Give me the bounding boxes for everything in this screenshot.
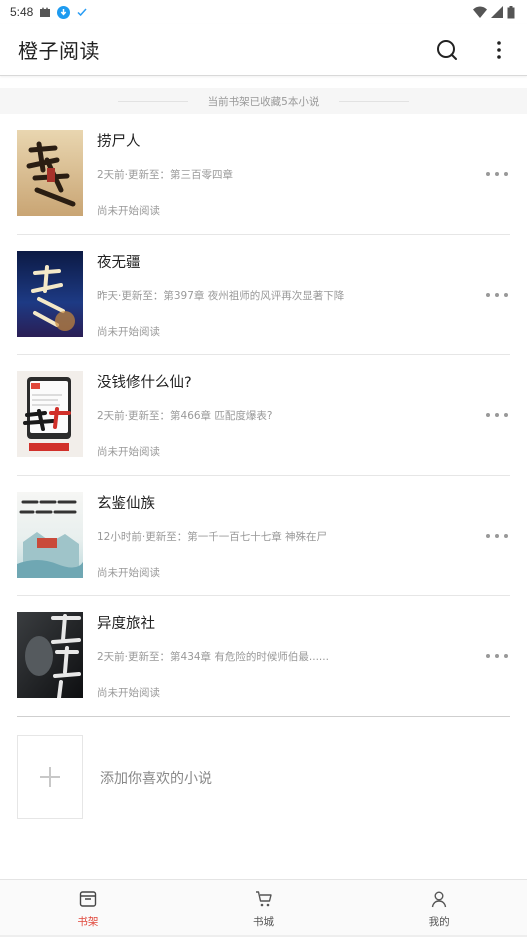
- more-horizontal-icon: [486, 172, 490, 176]
- book-title: 捞尸人: [97, 134, 141, 150]
- book-item[interactable]: 夜无疆 昨天·更新至：第397章 夜州祖师的风评再次显著下降 尚未开始阅读: [17, 235, 510, 355]
- book-update: 2天前·更新至：第466章 匹配度爆表?: [97, 410, 273, 422]
- book-title: 异度旅社: [97, 616, 155, 632]
- status-time: 5:48: [10, 5, 34, 19]
- more-horizontal-icon: [486, 292, 490, 297]
- book-item[interactable]: 玄鉴仙族 12小时前·更新至：第一千一百七十七章 神殊在尸 尚未开始阅读: [17, 476, 510, 596]
- search-button[interactable]: [435, 38, 459, 62]
- book-progress: 尚未开始阅读: [97, 566, 160, 579]
- plus-icon: [40, 767, 60, 787]
- book-more-button[interactable]: [486, 528, 508, 544]
- book-more-button[interactable]: [486, 648, 508, 664]
- nav-label: 我的: [428, 916, 450, 928]
- book-cover: [17, 491, 83, 578]
- check-icon: [77, 8, 87, 17]
- nav-tab-bookstore[interactable]: 书城: [176, 880, 352, 937]
- book-cover: [17, 250, 83, 337]
- book-item[interactable]: 异度旅社 2天前·更新至：第434章 有危险的时候师伯最...... 尚未开始阅…: [17, 596, 510, 717]
- nav-tab-profile[interactable]: 我的: [351, 880, 527, 937]
- more-menu-button[interactable]: [487, 38, 511, 62]
- more-horizontal-icon: [486, 654, 490, 658]
- book-more-button[interactable]: [486, 287, 508, 303]
- nav-label: 书架: [77, 916, 99, 928]
- book-title: 夜无疆: [97, 254, 141, 271]
- cart-icon: [255, 891, 272, 907]
- battery-icon: [507, 5, 515, 18]
- book-item[interactable]: 没钱修什么仙? 2天前·更新至：第466章 匹配度爆表? 尚未开始阅读: [17, 355, 510, 476]
- book-title: 玄鉴仙族: [97, 495, 155, 512]
- profile-icon: [431, 891, 447, 908]
- book-more-button[interactable]: [486, 166, 508, 182]
- more-vertical-icon: [497, 40, 501, 59]
- divider: [339, 100, 410, 102]
- book-title: 没钱修什么仙?: [97, 375, 192, 391]
- download-badge-icon: [57, 5, 71, 19]
- book-progress: 尚未开始阅读: [97, 325, 160, 338]
- book-update: 2天前·更新至：第三百零四章: [97, 169, 234, 181]
- book-cover: [17, 130, 83, 216]
- book-item[interactable]: 捞尸人 2天前·更新至：第三百零四章 尚未开始阅读: [17, 114, 510, 235]
- signal-icon: [491, 6, 503, 18]
- add-novel-label: 添加你喜欢的小说: [100, 771, 212, 787]
- book-update: 12小时前·更新至：第一千一百七十七章 神殊在尸: [97, 530, 328, 543]
- book-progress: 尚未开始阅读: [97, 446, 160, 458]
- book-progress: 尚未开始阅读: [97, 205, 160, 217]
- more-horizontal-icon: [486, 413, 490, 417]
- add-novel-button[interactable]: [17, 735, 83, 819]
- shelf-notice: 当前书架已收藏5本小说: [0, 88, 527, 114]
- app-title: 橙子阅读: [18, 39, 100, 63]
- android-debug-icon: [40, 7, 51, 17]
- book-cover: [17, 371, 83, 457]
- book-progress: 尚未开始阅读: [97, 687, 160, 699]
- shelf-count-text: 当前书架已收藏5本小说: [207, 95, 320, 108]
- divider: [117, 100, 188, 102]
- bottom-nav: 书架 书城 我的: [0, 879, 527, 937]
- wifi-icon: [473, 6, 487, 18]
- more-horizontal-icon: [486, 533, 490, 538]
- nav-label: 书城: [253, 916, 274, 928]
- book-update: 2天前·更新至：第434章 有危险的时候师伯最......: [97, 651, 329, 663]
- book-more-button[interactable]: [486, 407, 508, 423]
- search-icon: [437, 39, 457, 60]
- app-bar: 橙子阅读: [0, 24, 527, 76]
- nav-tab-bookshelf[interactable]: 书架: [0, 880, 176, 937]
- status-bar: 5:48: [0, 0, 527, 24]
- book-update: 昨天·更新至：第397章 夜州祖师的风评再次显著下降: [97, 289, 345, 302]
- bookshelf-icon: [79, 891, 97, 907]
- book-list: 捞尸人 2天前·更新至：第三百零四章 尚未开始阅读 夜无疆 昨天·更新至：第39…: [17, 114, 510, 717]
- book-cover: [17, 612, 83, 698]
- add-novel-row[interactable]: 添加你喜欢的小说: [17, 735, 510, 819]
